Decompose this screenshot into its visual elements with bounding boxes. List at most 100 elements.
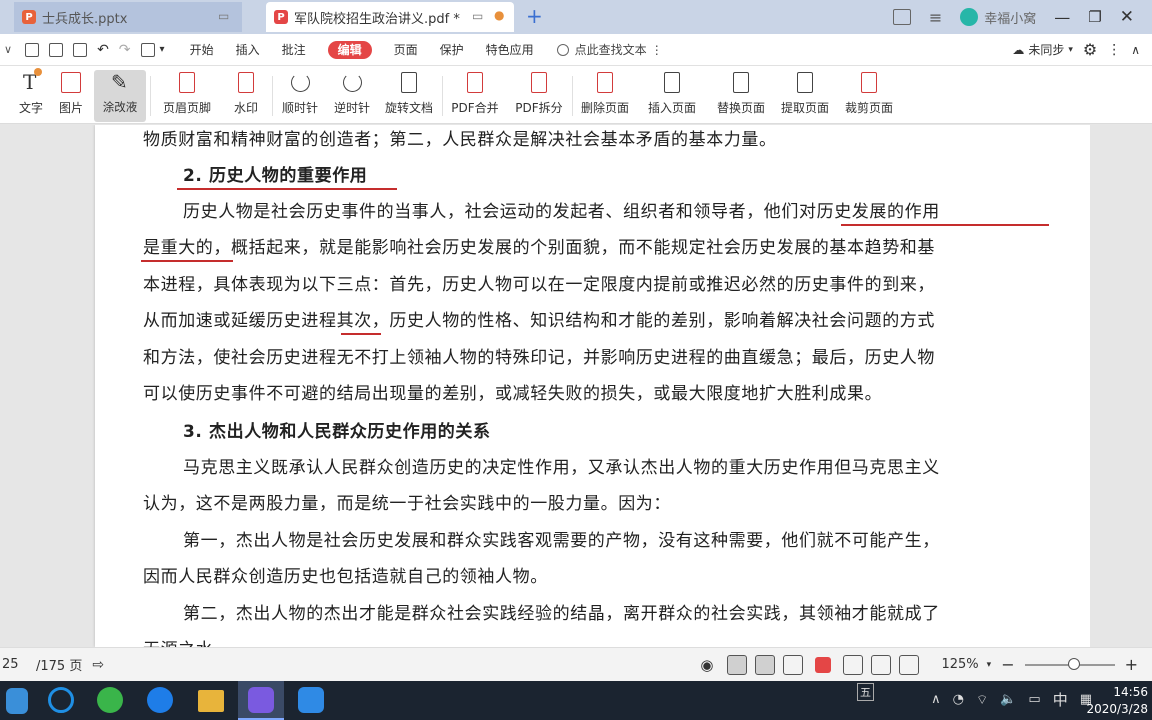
undo-icon[interactable]: ↶ — [97, 42, 109, 58]
volume-icon[interactable]: 🔈 — [1000, 692, 1016, 707]
ime-language[interactable]: 中 — [1053, 689, 1068, 710]
help-icon[interactable] — [892, 9, 911, 25]
more-horizontal-icon[interactable]: ⋮ — [1107, 42, 1121, 58]
blue-underline-annotation[interactable] — [341, 333, 381, 335]
rotate-document-icon — [397, 70, 421, 96]
tab-pdf[interactable]: P 军队院校招生政治讲义.pdf * ▭ ● — [266, 2, 514, 32]
fit-page-icon[interactable] — [871, 654, 892, 675]
sync-status[interactable]: 未同步 — [1028, 41, 1064, 58]
close-icon[interactable]: ✕ — [1120, 7, 1134, 27]
delete-page-icon — [593, 70, 617, 96]
print-icon[interactable] — [73, 42, 88, 57]
chevron-down-icon[interactable]: ▾ — [160, 44, 165, 55]
document-viewport[interactable]: 物质财富和精神财富的创造者；第二，人民群众是解决社会基本矛盾的基本力量。 2. … — [0, 125, 1152, 647]
crop-page-button[interactable]: 裁剪页面 — [840, 70, 898, 122]
redo-icon[interactable]: ↷ — [119, 42, 131, 58]
rotate-clockwise-button[interactable]: 顺时针 — [278, 70, 322, 122]
rotate-clockwise-icon — [288, 70, 312, 96]
chevron-down-icon[interactable]: ▾ — [987, 660, 992, 670]
open-folder-icon[interactable] — [25, 42, 40, 57]
red-underline-annotation[interactable] — [177, 188, 397, 190]
replace-page-button[interactable]: 替换页面 — [712, 70, 770, 122]
rotate-counterclockwise-button[interactable]: 逆时针 — [330, 70, 374, 122]
ime-mode-box[interactable]: 五 — [857, 683, 874, 701]
zoom-slider[interactable] — [1024, 657, 1115, 670]
zoom-in-icon[interactable]: + — [1125, 655, 1138, 674]
chevron-down-icon[interactable]: ▾ — [1068, 45, 1073, 55]
red-underline-annotation[interactable] — [841, 224, 1049, 226]
tab-bar: P 士兵成长.pptx ▭ P 军队院校招生政治讲义.pdf * ▭ ● + ≡… — [0, 0, 1152, 34]
red-underline-annotation[interactable] — [141, 260, 233, 262]
eye-reading-mode-icon[interactable]: ◉ — [700, 656, 713, 674]
vertical-scroll-area[interactable] — [1090, 125, 1152, 647]
text-icon: T — [19, 68, 43, 96]
shopping-bag-icon[interactable] — [6, 688, 28, 714]
ribbon-label: 水印 — [233, 101, 258, 115]
menu-insert[interactable]: 插入 — [225, 41, 271, 58]
image-tool-button[interactable]: 图片 — [56, 70, 86, 122]
menu-page[interactable]: 页面 — [383, 41, 429, 58]
menu-edit[interactable]: 编辑 — [327, 41, 372, 59]
network-icon[interactable]: ◔ — [953, 692, 964, 707]
rotate-document-button[interactable]: 旋转文档 — [382, 70, 436, 122]
pdf-page[interactable]: 物质财富和精神财富的创造者；第二，人民群众是解决社会基本矛盾的基本力量。 2. … — [95, 125, 1090, 647]
wifi-icon[interactable]: ⌔ — [976, 692, 988, 708]
chevron-up-icon[interactable]: ∧ — [931, 692, 941, 707]
header-footer-button[interactable]: 页眉页脚 — [156, 70, 218, 122]
single-page-icon[interactable] — [755, 654, 776, 675]
battery-icon[interactable]: ▭ — [1028, 692, 1040, 707]
new-tab-button[interactable]: + — [526, 4, 543, 28]
window-icon[interactable]: ▭ — [218, 9, 229, 23]
export-icon[interactable] — [140, 42, 155, 57]
menu-comment[interactable]: 批注 — [271, 41, 317, 58]
wps-taskbar-item[interactable] — [238, 681, 284, 720]
page-number-input[interactable]: 25 — [0, 657, 36, 672]
text-line: 认为，这不是两股力量，而是统一于社会实践中的一股力量。因为： — [143, 494, 671, 514]
text-tool-button[interactable]: T 文字 — [16, 68, 46, 122]
ribbon-label: 插入页面 — [647, 101, 696, 115]
find-text-button[interactable]: 点此查找文本 ⋮ — [556, 41, 663, 58]
maximize-icon[interactable]: ❐ — [1088, 8, 1101, 26]
user-account[interactable]: 幸福小窝 — [960, 8, 1036, 27]
pdf-split-button[interactable]: PDF拆分 — [512, 70, 566, 122]
watermark-button[interactable]: 水印 — [224, 70, 268, 122]
feather-app-icon[interactable] — [147, 687, 173, 713]
fit-width-icon[interactable] — [843, 654, 864, 675]
watermark-icon — [234, 70, 258, 96]
more-icon[interactable]: ⋮ — [651, 43, 663, 57]
save-icon[interactable] — [49, 42, 64, 57]
menu-start[interactable]: 开始 — [179, 41, 225, 58]
ribbon-label: PDF合并 — [451, 101, 499, 115]
delete-page-button[interactable]: 删除页面 — [578, 70, 632, 122]
settings-gear-icon[interactable]: ⚙ — [1083, 40, 1097, 59]
actual-size-icon[interactable] — [899, 654, 920, 675]
pdf-merge-button[interactable]: PDF合并 — [448, 70, 502, 122]
file-explorer-icon[interactable] — [198, 690, 224, 712]
video-player-icon[interactable] — [298, 687, 324, 713]
ribbon-label: 页眉页脚 — [162, 101, 211, 115]
zoom-out-icon[interactable]: − — [1001, 655, 1014, 674]
edge-browser-icon[interactable] — [48, 687, 74, 713]
chevron-down-icon[interactable]: ∨ — [4, 43, 12, 56]
text-line: 第一，杰出人物是社会历史发展和群众实践客观需要的产物，没有这种需要，他们就不可能… — [183, 531, 940, 551]
window-icon[interactable]: ▭ — [472, 9, 483, 23]
browser-360-icon[interactable] — [97, 687, 123, 713]
go-to-page-icon[interactable]: ⇨ — [92, 657, 104, 673]
chevron-up-icon[interactable]: ∧ — [1131, 43, 1140, 57]
zoom-level[interactable]: 125% — [941, 657, 978, 672]
menu-features[interactable]: 特色应用 — [475, 41, 545, 58]
user-name: 幸福小窝 — [984, 11, 1037, 27]
minimize-icon[interactable]: — — [1054, 8, 1070, 27]
menu-icon[interactable]: ≡ — [929, 8, 942, 27]
play-icon[interactable] — [815, 656, 832, 673]
zoom-slider-knob[interactable] — [1068, 657, 1081, 670]
double-page-icon[interactable] — [783, 654, 804, 675]
tab-pptx[interactable]: P 士兵成长.pptx ▭ — [14, 2, 242, 32]
correction-fluid-button[interactable]: ✎ 涂改液 — [94, 70, 146, 122]
menu-protect[interactable]: 保护 — [429, 41, 475, 58]
insert-page-button[interactable]: 插入页面 — [642, 70, 702, 122]
extract-page-button[interactable]: 提取页面 — [776, 70, 834, 122]
clock[interactable]: 14:56 2020/3/28 — [1086, 684, 1148, 718]
continuous-view-icon[interactable] — [727, 654, 748, 675]
status-bar: 25 /175 页 ⇨ ◉ 125% ▾ − + — [0, 647, 1152, 681]
